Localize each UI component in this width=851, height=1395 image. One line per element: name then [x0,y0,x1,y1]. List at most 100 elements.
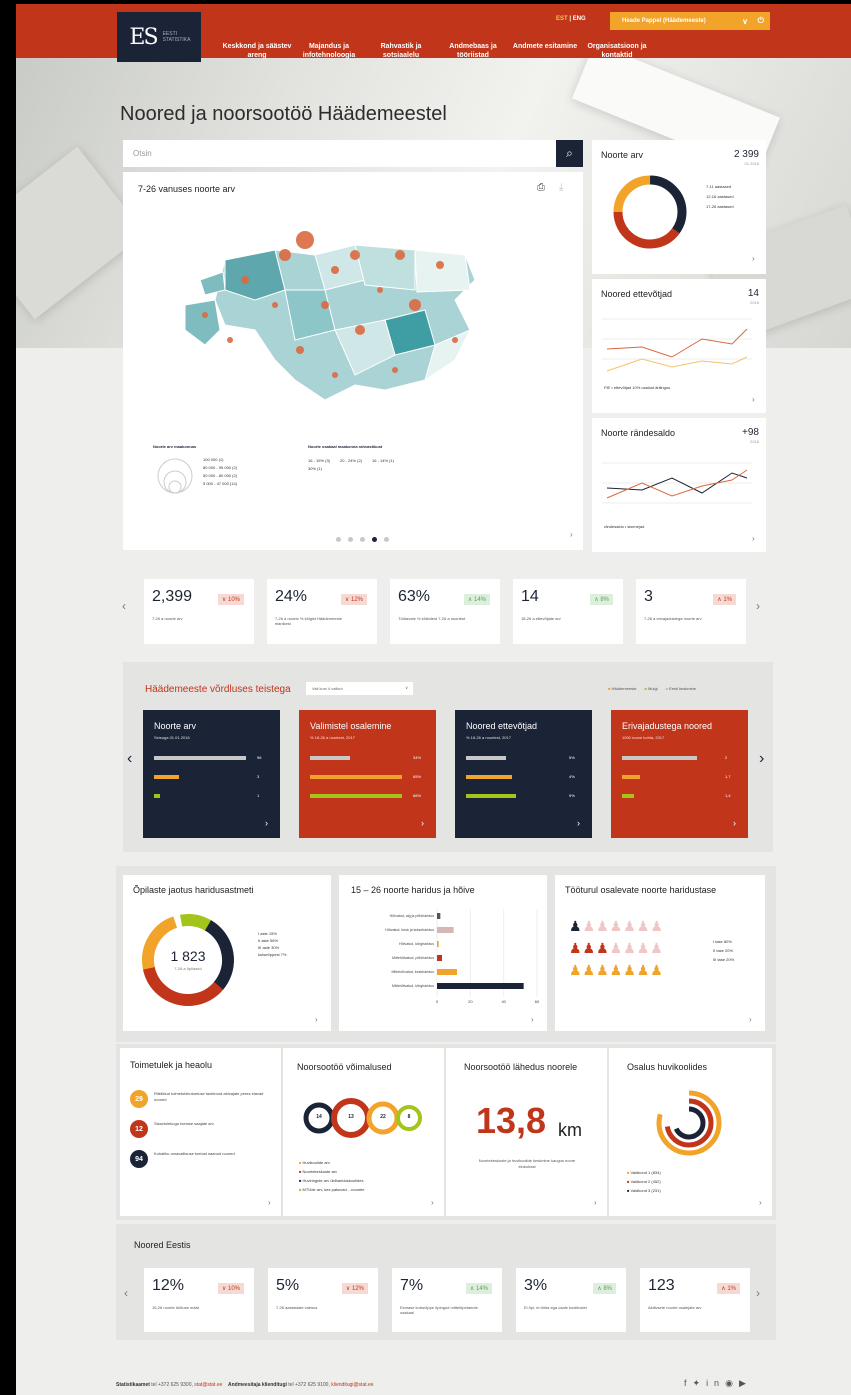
kpi-card[interactable]: 5% ∨ 12% 7-26 aastastate vaesus [268,1268,378,1332]
comparison-card[interactable]: Noored ettevõtjad % 18-26 a noortest, 201… [455,710,592,838]
chevron-right-icon[interactable]: › [594,1198,597,1207]
legend-label: Mulgi [648,686,658,691]
lang-eng[interactable]: ENG [573,16,586,22]
rss-icon[interactable]: ◉ [725,1378,739,1388]
carousel-dot[interactable] [360,537,365,542]
nav-item[interactable]: Majandus ja infotehnoloogia [293,20,365,60]
chevron-right-icon[interactable]: › [752,254,755,263]
lang-est[interactable]: EST [556,16,568,22]
comparison-card[interactable]: Noorte arv Seisuga 01.01.2018 96 3 1 › [143,710,280,838]
chevron-left-icon[interactable]: ‹ [124,1286,128,1300]
comparison-bar-value: 96 [257,755,262,760]
card-title: Tööturul osalevate noorte haridustase [565,885,717,895]
kpi-card[interactable]: 24% ∨ 12% 7-26 a noorte % kõigist Häädemee… [267,579,377,644]
chevron-right-icon[interactable]: › [752,395,755,404]
comparison-bar [466,756,506,760]
chevron-right-icon[interactable]: › [315,1015,318,1024]
kpi-value: 2,399 [152,588,193,605]
chevron-right-icon[interactable]: › [577,818,580,828]
chevron-right-icon[interactable]: › [531,1015,534,1024]
legend-item: ■ Huviringide arv üldhariduskoolides [299,1178,364,1183]
carousel-dot[interactable] [384,537,389,542]
card-date: 01.2018 [744,161,759,166]
chevron-down-icon[interactable]: ∨ [742,17,748,26]
legend-label: Huviringide arv üldhariduskoolides [302,1178,364,1183]
print-icon[interactable]: ⎙ [537,182,545,193]
wellbeing-section: Toimetulek ja heaolu 29 Riikliktud toimet… [116,1044,776,1220]
chevron-right-icon[interactable]: › [570,530,573,539]
nav-item[interactable]: Andmete esitamine [509,20,581,60]
youtube-icon[interactable]: ▶ [739,1378,752,1388]
chevron-right-icon[interactable]: › [749,1015,752,1024]
comparison-bar [466,775,512,779]
search-button[interactable]: ⌕ [556,140,583,167]
download-icon[interactable]: ⤓ [559,182,563,193]
chevron-right-icon[interactable]: › [759,750,764,768]
person-icon-row: ♟♟♟♟♟♟♟ [569,940,664,956]
legend-item: II aste 56% [258,938,279,943]
tick-label: 20 [468,999,473,1004]
comparison-card[interactable]: Erivajadustega noored 1000 noore kohta, 2… [611,710,748,838]
comparison-bar [622,756,697,760]
footer-email-link[interactable]: stat@stat.ee [194,1382,222,1388]
education-legend: I aste 15% II aste 56% III aste 30% kuts… [258,930,313,958]
trend-badge: ∨ 10% [217,1283,244,1294]
chevron-right-icon[interactable]: › [759,1198,762,1207]
estonia-map[interactable] [185,210,485,410]
power-icon[interactable]: ⏻ [758,16,764,26]
chevron-right-icon[interactable]: › [733,818,736,828]
chevron-left-icon[interactable]: ‹ [127,750,132,768]
legend-item: I tase 80% [713,939,732,944]
select-value: Vali kuni 4 valikut [312,686,343,691]
education-section: Õpilaste jaotus haridusastmeti 1 823 7-2… [116,866,776,1042]
page-title: Noored ja noorsootöö Häädemeestel [120,103,447,125]
kpi-card[interactable]: 3 ∧ 1% 7-26 a erivajadustega noorte arv [636,579,746,644]
wellbeing-text: Sissetulekuga toetuse saajate arv [154,1121,214,1126]
kpi-card[interactable]: 123 ∧ 1% Aktiivsete noorte osalejate arv [640,1268,750,1332]
nav-item[interactable]: Keskkond ja säästev areng [221,20,293,60]
nav-item[interactable]: Rahvastik ja sotsiaalelu [365,20,437,60]
comparison-card[interactable]: Valimistel osalemine % 18-26 a noortest, … [299,710,436,838]
chevron-right-icon[interactable]: › [756,1286,760,1300]
carousel-dots [336,537,389,542]
legend-item: 80 000 - 95 000 (2) [203,465,238,470]
comparison-bar-value: 34% [413,755,422,760]
chevron-right-icon[interactable]: › [268,1198,271,1207]
footer-email-link[interactable]: klienditugi@stat.ee [331,1382,373,1388]
user-menu-button[interactable]: Heade Pappel (Häädemeeste) ∨ ⏻ [610,12,770,30]
chevron-left-icon[interactable]: ‹ [122,599,126,613]
linkedin-icon[interactable]: in [706,1378,725,1388]
chevron-right-icon[interactable]: › [431,1198,434,1207]
nav-item[interactable]: Andmebaas ja tööriistad [437,20,509,60]
logo[interactable]: ES EESTI STATISTIKA [117,12,201,62]
comparison-select[interactable]: Vali kuni 4 valikut ∨ [306,682,413,695]
youthwork-card: Noorsootöö võimalused 14 13 22 8 ■ Huvikool… [283,1048,444,1216]
chevron-right-icon[interactable]: › [265,818,268,828]
entrepreneurs-legend: FIE • ettevõtjad 10% osalust ärilingus [604,385,671,390]
comparison-bar-value: 2 [725,755,728,760]
chevron-right-icon[interactable]: › [756,599,760,613]
chevron-right-icon[interactable]: › [752,534,755,543]
kpi-card[interactable]: 2,399 ∨ 10% 7-26 a noorte arv [144,579,254,644]
carousel-dot[interactable] [348,537,353,542]
facebook-icon[interactable]: f [684,1378,693,1388]
comparison-bar-value: 1 [257,793,260,798]
user-name: Heade Pappel (Häädemeeste) [622,18,706,24]
twitter-icon[interactable]: ✦ [693,1378,707,1388]
legend-item: ■ Eesti keskmine [665,686,697,691]
search-input[interactable]: Otsin [133,149,152,158]
carousel-dot-active[interactable] [372,537,377,542]
education-card: Õpilaste jaotus haridusastmeti 1 823 7-2… [123,875,331,1031]
kpi-card[interactable]: 63% ∧ 14% Töötavate % kõikidest 7-26 a noo… [390,579,500,644]
carousel-dot[interactable] [336,537,341,542]
kpi-label: Ei õpi, ei tööta ega osale koolitustel [524,1305,587,1310]
chevron-right-icon[interactable]: › [421,818,424,828]
kpi-card[interactable]: 12% ∨ 10% 15-26 noorte töötuse määr [144,1268,254,1332]
kpi-card[interactable]: 14 ∧ 8% 18-26 a ettevõtjate arv [513,579,623,644]
legend-label: Noortekeskuste arv [302,1169,338,1174]
legend-item: III aste 30% [258,945,280,950]
kpi-card[interactable]: 3% ∧ 8% Ei õpi, ei tööta ega osale koolitu… [516,1268,626,1332]
kpi-card[interactable]: 7% ∧ 14% Esmase kutseõppe õpingud mittelõp… [392,1268,502,1332]
map-legend-left-title: Noorte arv maakonnas [153,444,197,449]
footer-contact: tel +372 625 9300, [151,1382,193,1388]
